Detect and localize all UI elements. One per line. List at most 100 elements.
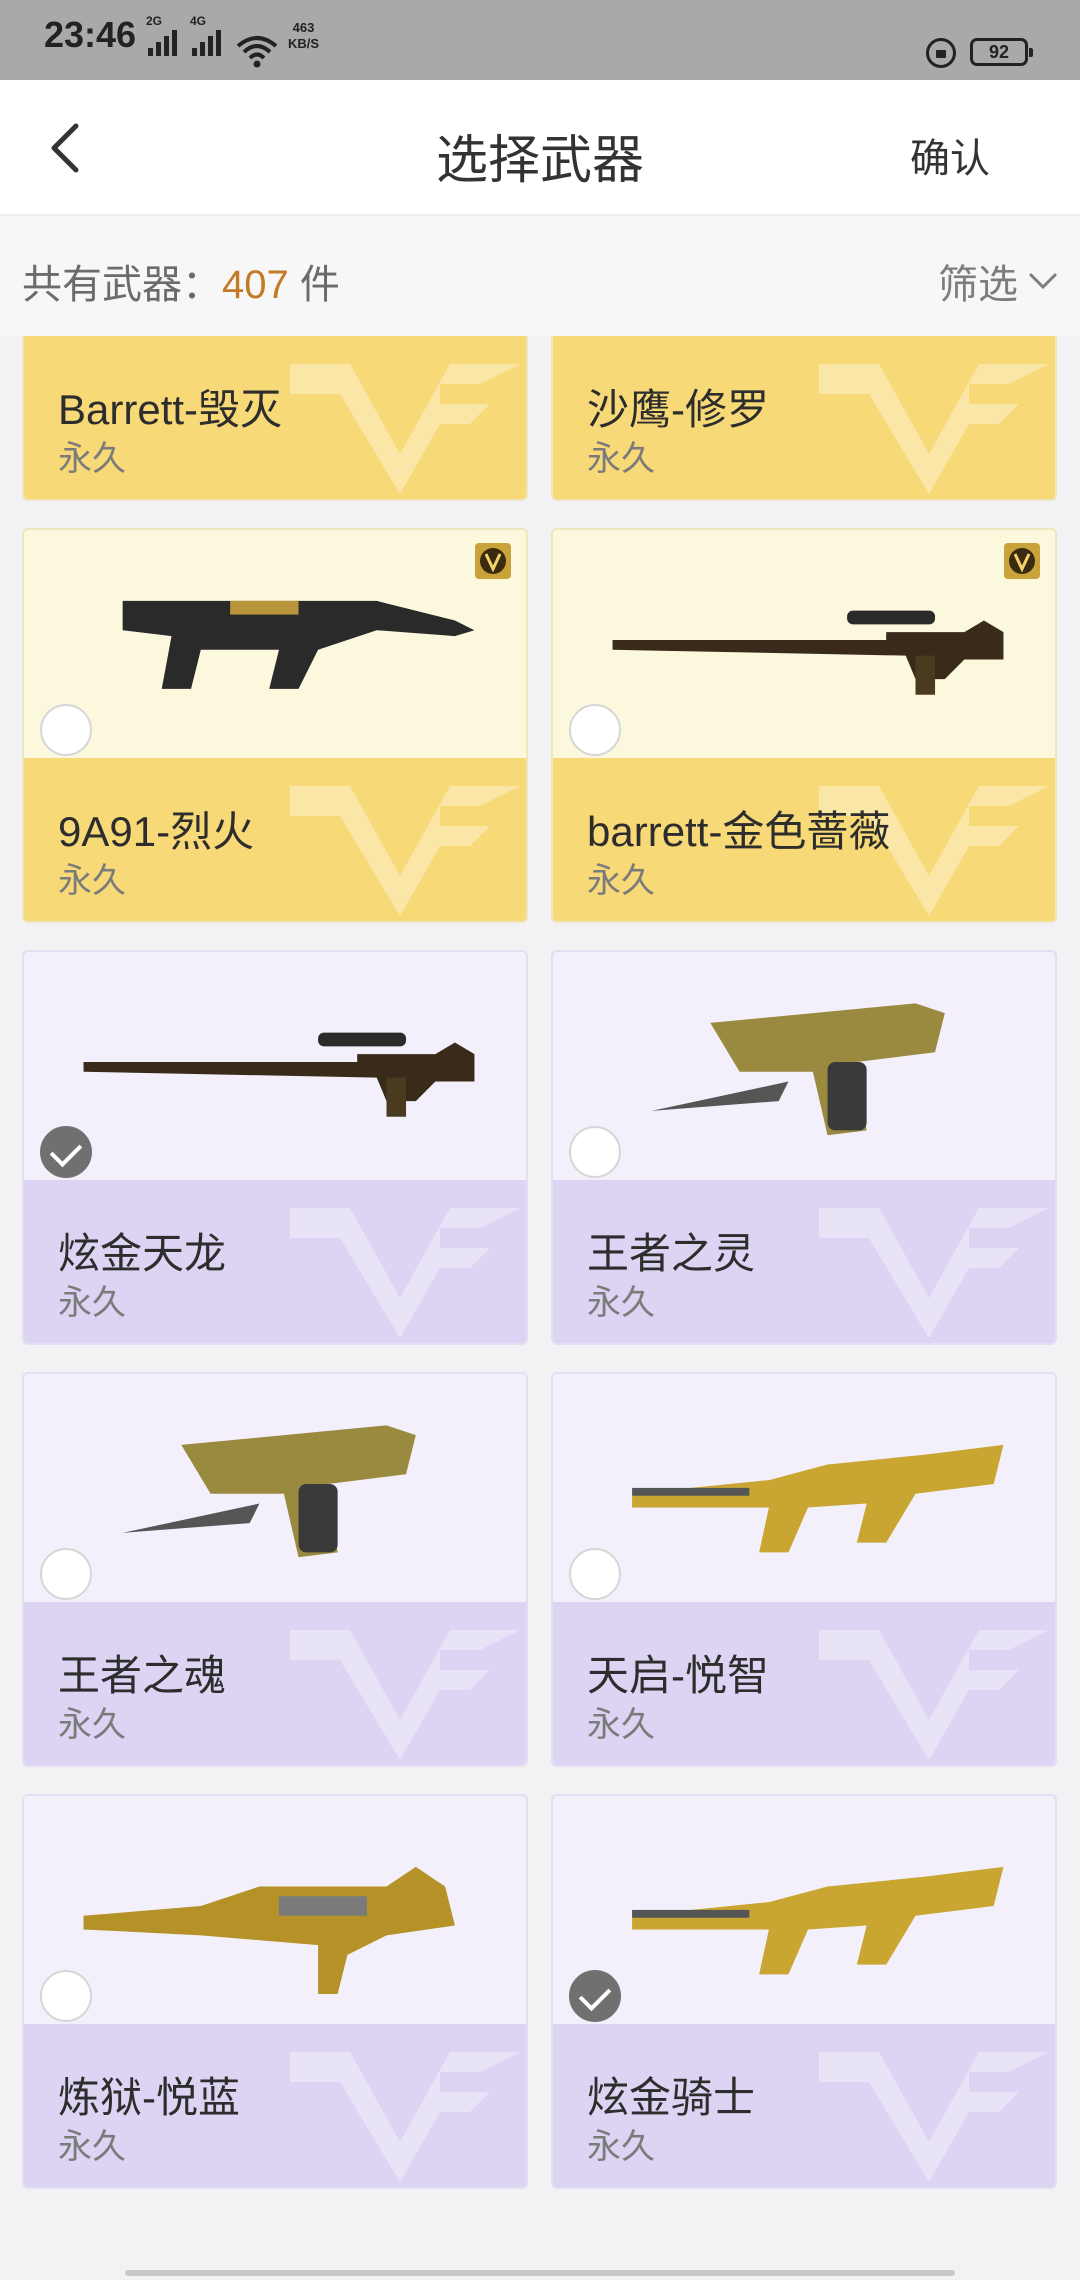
cf-logo-icon	[290, 2052, 520, 2182]
weapon-info: 王者之魂 永久	[24, 1602, 526, 1765]
battery-level: 92	[988, 42, 1010, 62]
count-label-text: 共有武器：	[22, 263, 222, 307]
status-time: 23:46	[44, 14, 137, 55]
network-speed: 463 KB/S	[288, 20, 319, 52]
battery-icon: 92	[970, 38, 1033, 66]
weapon-info: 沙鹰-修罗永久	[553, 336, 1055, 499]
weapon-image-area	[553, 1374, 1055, 1602]
weapon-name: 沙鹰-修罗	[587, 386, 769, 433]
cf-logo-icon	[290, 364, 520, 494]
unchecked-radio-icon[interactable]	[569, 704, 621, 756]
weapon-count-label: 共有武器：407 件	[22, 252, 340, 310]
signal-icon	[148, 30, 177, 56]
checked-radio-icon[interactable]	[40, 1126, 92, 1178]
weapon-info: Barrett-毁灭永久	[24, 336, 526, 499]
weapon-image-area	[24, 530, 526, 758]
weapon-duration: 永久	[587, 1706, 655, 1744]
cf-logo-icon	[290, 1208, 520, 1338]
weapon-info: barrett-金色蔷薇永久	[553, 758, 1055, 921]
cf-logo-icon	[819, 1630, 1049, 1760]
weapon-card[interactable]: 沙鹰-修罗永久	[551, 336, 1057, 501]
weapon-info: 9A91-烈火永久	[24, 758, 526, 921]
checked-radio-icon[interactable]	[569, 1970, 621, 2022]
weapon-image-area	[553, 1796, 1055, 2024]
assault-rifle-icon	[632, 1866, 1004, 1975]
weapon-image-area	[24, 1796, 526, 2024]
weapon-image-area	[24, 952, 526, 1180]
weapon-duration: 永久	[587, 862, 655, 900]
machine-gun-icon	[83, 1866, 455, 1994]
network-type-2: 4G	[190, 14, 207, 28]
weapon-duration: 永久	[58, 1706, 126, 1744]
weapon-duration: 永久	[58, 2128, 126, 2166]
weapon-info: 炫金骑士 永久	[553, 2024, 1055, 2187]
cf-logo-icon	[290, 786, 520, 916]
weapon-duration: 永久	[58, 440, 126, 478]
status-bar: 23:46 2G 4G 463 KB/S 92	[0, 0, 1080, 80]
weapon-card[interactable]: 9A91-烈火永久	[22, 528, 528, 923]
weapon-card[interactable]: barrett-金色蔷薇永久	[551, 528, 1057, 923]
network-type-1: 2G	[146, 14, 163, 28]
weapon-info: 王者之灵 永久	[553, 1180, 1055, 1343]
weapon-card[interactable]: 天启-悦智永久	[551, 1372, 1057, 1767]
weapon-duration: 永久	[587, 1284, 655, 1322]
weapon-name: barrett-金色蔷薇	[587, 808, 891, 855]
weapon-image-area	[553, 952, 1055, 1180]
weapon-image-area	[553, 530, 1055, 758]
weapon-card[interactable]: 炫金天龙 永久	[22, 950, 528, 1345]
sniper-rifle-icon	[612, 610, 1004, 695]
weapon-card[interactable]: 王者之魂 永久	[22, 1372, 528, 1767]
weapon-name: 9A91-烈火	[58, 808, 255, 855]
weapon-name: 王者之魂	[58, 1652, 227, 1699]
filter-label: 筛选	[938, 263, 1018, 307]
wifi-icon	[236, 36, 278, 68]
filter-button[interactable]: 筛选	[938, 252, 1058, 310]
rotation-lock-icon	[926, 38, 956, 68]
weapon-duration: 永久	[58, 1284, 126, 1322]
chevron-down-icon	[1029, 273, 1057, 290]
nav-bar: 选择武器 确认	[0, 80, 1080, 216]
cf-logo-icon	[819, 364, 1049, 494]
smg-icon	[122, 600, 475, 689]
pistol-blade-icon	[122, 1425, 416, 1558]
weapon-duration: 永久	[587, 2128, 655, 2166]
weapon-duration: 永久	[587, 440, 655, 478]
assault-rifle-icon	[632, 1444, 1004, 1553]
unchecked-radio-icon[interactable]	[40, 704, 92, 756]
weapon-info: 炫金天龙 永久	[24, 1180, 526, 1343]
home-indicator	[125, 2270, 955, 2276]
weapon-name: 天启-悦智	[587, 1652, 769, 1699]
weapon-info: 天启-悦智永久	[553, 1602, 1055, 1765]
signal-icon	[192, 30, 221, 56]
v-badge-icon	[475, 543, 511, 579]
count-unit: 件	[288, 263, 340, 307]
weapon-name: 炫金天龙	[58, 1230, 227, 1277]
weapon-image-area	[24, 1374, 526, 1602]
unchecked-radio-icon[interactable]	[40, 1548, 92, 1600]
weapon-info: 炼狱-悦蓝永久	[24, 2024, 526, 2187]
speed-value: 463	[292, 20, 315, 35]
v-badge-icon	[1004, 543, 1040, 579]
cf-logo-icon	[819, 2052, 1049, 2182]
weapon-duration: 永久	[58, 862, 126, 900]
weapon-card[interactable]: 王者之灵 永久	[551, 950, 1057, 1345]
speed-unit: KB/S	[288, 36, 320, 51]
weapon-grid: Barrett-毁灭 永久 沙鹰-修罗 永久 9A91-烈火 永久 barrett-金色蔷薇…	[0, 336, 1080, 2280]
weapon-name: 王者之灵	[587, 1230, 756, 1277]
weapon-name: Barrett-毁灭	[58, 386, 283, 433]
cf-logo-icon	[819, 1208, 1049, 1338]
weapon-count: 407	[222, 263, 289, 307]
unchecked-radio-icon[interactable]	[40, 1970, 92, 2022]
weapon-card[interactable]: 炫金骑士 永久	[551, 1794, 1057, 2189]
pistol-blade-icon	[651, 1003, 945, 1136]
confirm-button[interactable]: 确认	[910, 126, 990, 184]
sniper-rifle-icon	[83, 1032, 475, 1117]
weapon-name: 炼狱-悦蓝	[58, 2074, 240, 2121]
summary-bar: 共有武器：407 件 筛选	[0, 216, 1080, 336]
weapon-name: 炫金骑士	[587, 2074, 756, 2121]
unchecked-radio-icon[interactable]	[569, 1548, 621, 1600]
weapon-card[interactable]: Barrett-毁灭永久	[22, 336, 528, 501]
weapon-card[interactable]: 炼狱-悦蓝永久	[22, 1794, 528, 2189]
cf-logo-icon	[290, 1630, 520, 1760]
unchecked-radio-icon[interactable]	[569, 1126, 621, 1178]
